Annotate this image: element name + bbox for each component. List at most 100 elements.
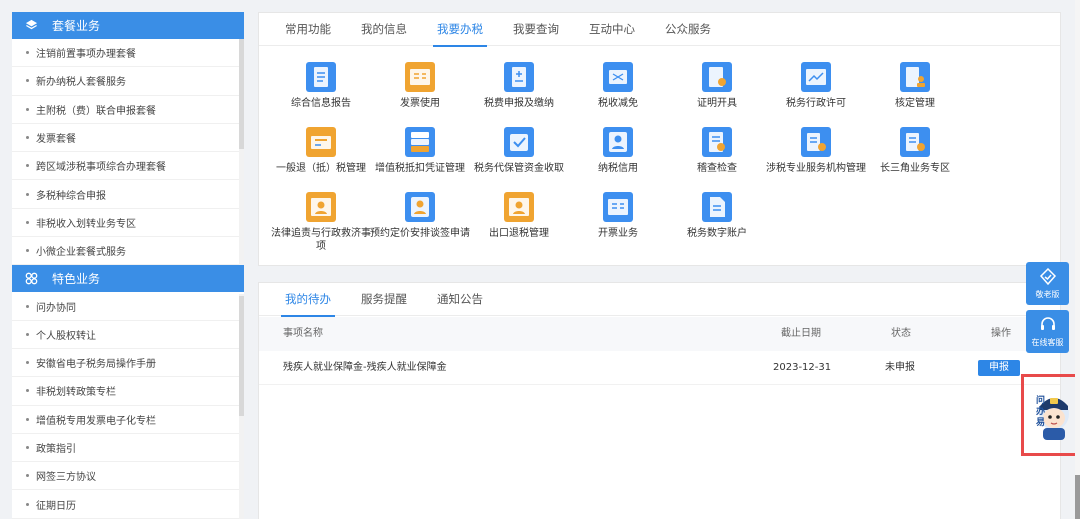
sidebar-item-label: 跨区域涉税事项综合办理套餐 <box>36 162 166 174</box>
service-label: 综合信息报告 <box>291 98 351 109</box>
bullet-icon <box>26 192 29 196</box>
bullet-icon <box>26 361 29 365</box>
table-row: 残疾人就业保障金-残疾人就业保障金 2023-12-31 未申报 申报 <box>259 351 1060 385</box>
tab-top_tabs-5[interactable]: 公众服务 <box>653 13 723 46</box>
sidebar-item-packages-5[interactable]: 多税种综合申报 <box>12 180 244 209</box>
service-document-list[interactable]: 综合信息报告 <box>271 62 371 110</box>
sidebar-item-packages-1[interactable]: 新办纳税人套餐服务 <box>12 67 244 96</box>
service-tax-relief[interactable]: 税收减免 <box>568 62 668 110</box>
service-export-refund[interactable]: 出口退税管理 <box>469 192 569 240</box>
declare-button[interactable]: 申报 <box>978 360 1020 376</box>
sidebar-item-featured-3[interactable]: 非税划转政策专栏 <box>12 377 244 406</box>
service-refund-card[interactable]: 一般退（抵）税管理 <box>271 127 371 175</box>
service-label: 核定管理 <box>895 98 935 109</box>
service-region[interactable]: 长三角业务专区 <box>865 127 965 175</box>
tab-todo_tabs-1[interactable]: 服务提醒 <box>349 283 419 316</box>
tab-todo_tabs-2[interactable]: 通知公告 <box>425 283 495 316</box>
service-voucher-stack[interactable]: 增值税抵扣凭证管理 <box>370 127 470 175</box>
service-label: 税务数字账户 <box>687 228 747 239</box>
tab-top_tabs-1[interactable]: 我的信息 <box>349 13 419 46</box>
service-approval-user[interactable]: 核定管理 <box>865 62 965 110</box>
todo-item-status: 未申报 <box>885 362 915 373</box>
sidebar-item-packages-0[interactable]: 注销前置事项办理套餐 <box>12 39 244 68</box>
service-inspection[interactable]: 稽查检查 <box>667 127 767 175</box>
sidebar-item-packages-7[interactable]: 小微企业套餐式服务 <box>12 237 244 266</box>
sidebar-item-label: 增值税专用发票电子化专栏 <box>36 415 156 427</box>
sidebar-item-featured-1[interactable]: 个人股权转让 <box>12 321 244 349</box>
sidebar-item-featured-0[interactable]: 问办协同 <box>12 292 244 321</box>
service-invoice[interactable]: 发票使用 <box>370 62 470 110</box>
inspection-icon <box>702 127 732 157</box>
service-check-folder[interactable]: 税务代保管资金收取 <box>469 127 569 175</box>
bullet-icon <box>26 332 29 336</box>
service-label: 出口退税管理 <box>489 228 549 239</box>
tax-relief-icon <box>603 62 633 92</box>
service-label: 稽查检查 <box>697 163 737 174</box>
sidebar-item-featured-7[interactable]: 征期日历 <box>12 490 244 519</box>
sidebar-item-packages-4[interactable]: 跨区域涉税事项综合办理套餐 <box>12 152 244 181</box>
service-label: 税收减免 <box>598 98 638 109</box>
bullet-icon <box>26 79 29 83</box>
service-digital-account[interactable]: 税务数字账户 <box>667 192 767 240</box>
bullet-icon <box>26 417 29 421</box>
tab-top_tabs-4[interactable]: 互动中心 <box>577 13 647 46</box>
certificate-icon <box>702 62 732 92</box>
service-pricing-user[interactable]: 预约定价安排谈签申请 <box>370 192 470 240</box>
sidebar-item-packages-2[interactable]: 主附税（费）联合申报套餐 <box>12 96 244 124</box>
todo-panel: 我的待办 服务提醒 通知公告 事项名称 截止日期 状态 操作 残疾人就业保障金-残疾… <box>258 282 1061 519</box>
bullet-icon <box>26 446 29 449</box>
sidebar-item-featured-5[interactable]: 政策指引 <box>12 434 244 463</box>
todo-item-deadline: 2023-12-31 <box>773 362 832 373</box>
page-scrollbar[interactable] <box>1075 0 1080 519</box>
sidebar-item-label: 问办协同 <box>36 302 76 314</box>
service-agency[interactable]: 涉税专业服务机构管理 <box>766 127 866 175</box>
elder-mode-button[interactable]: 敬老版 <box>1026 262 1069 305</box>
service-label: 涉税专业服务机构管理 <box>766 163 866 174</box>
service-credit-user[interactable]: 纳税信用 <box>568 127 668 175</box>
mascot-assistant[interactable]: 问办易 <box>1030 388 1072 444</box>
sidebar-item-featured-6[interactable]: 网签三方协议 <box>12 462 244 491</box>
digital-account-icon <box>702 192 732 222</box>
sidebar-item-packages-6[interactable]: 非税收入划转业务专区 <box>12 209 244 238</box>
sidebar-item-featured-4[interactable]: 增值税专用发票电子化专栏 <box>12 406 244 434</box>
sidebar-item-label: 网签三方协议 <box>36 472 96 484</box>
layers-icon <box>24 19 38 33</box>
page-scroll-thumb[interactable] <box>1075 475 1080 519</box>
voucher-stack-icon <box>405 127 435 157</box>
sidebar-item-label: 主附税（费）联合申报套餐 <box>36 105 156 117</box>
online-service-label: 在线客服 <box>1031 337 1064 347</box>
service-tax-declaration[interactable]: 税费申报及缴纳 <box>469 62 569 110</box>
tab-top_tabs-2[interactable]: 我要办税 <box>425 13 495 47</box>
service-legal-user[interactable]: 法律追责与行政救济事项 <box>271 192 371 253</box>
packages-title: 套餐业务 <box>52 19 101 33</box>
tab-todo_tabs-0[interactable]: 我的待办 <box>273 283 343 317</box>
elder-mode-icon <box>1039 267 1056 285</box>
top-tabs: 常用功能 我的信息 我要办税 我要查询 互动中心 公众服务 <box>259 13 1060 47</box>
sidebar-item-label: 非税划转政策专栏 <box>36 387 116 399</box>
col-action-header: 操作 <box>991 328 1011 339</box>
bullet-icon <box>26 107 29 111</box>
region-icon <box>900 127 930 157</box>
sidebar-item-featured-2[interactable]: 安徽省电子税务局操作手册 <box>12 349 244 378</box>
sidebar-item-label: 征期日历 <box>36 500 76 512</box>
packages-section-header[interactable]: 套餐业务 <box>12 12 244 39</box>
sidebar-item-label: 发票套餐 <box>36 134 76 146</box>
sidebar-item-label: 新办纳税人套餐服务 <box>36 77 126 89</box>
tab-top_tabs-3[interactable]: 我要查询 <box>501 13 571 46</box>
service-issue-invoice[interactable]: 开票业务 <box>568 192 668 240</box>
online-service-button[interactable]: 在线客服 <box>1026 310 1069 353</box>
service-label: 长三角业务专区 <box>880 163 950 174</box>
service-certificate[interactable]: 证明开具 <box>667 62 767 110</box>
sidebar-item-label: 个人股权转让 <box>36 330 96 342</box>
packages-scrollbar[interactable] <box>239 39 244 149</box>
service-label: 证明开具 <box>697 98 737 109</box>
packages-list: 注销前置事项办理套餐 新办纳税人套餐服务主附税（费）联合申报套餐 发票套餐跨区域涉税… <box>12 39 244 266</box>
featured-scrollbar[interactable] <box>239 296 244 416</box>
service-license-chart[interactable]: 税务行政许可 <box>766 62 866 110</box>
document-list-icon <box>306 62 336 92</box>
tab-top_tabs-0[interactable]: 常用功能 <box>273 13 343 46</box>
sidebar-item-packages-3[interactable]: 发票套餐 <box>12 124 244 153</box>
todo-item-name: 残疾人就业保障金-残疾人就业保障金 <box>283 362 447 373</box>
featured-section-header[interactable]: 特色业务 <box>12 265 244 293</box>
sidebar-item-label: 注销前置事项办理套餐 <box>36 49 136 61</box>
